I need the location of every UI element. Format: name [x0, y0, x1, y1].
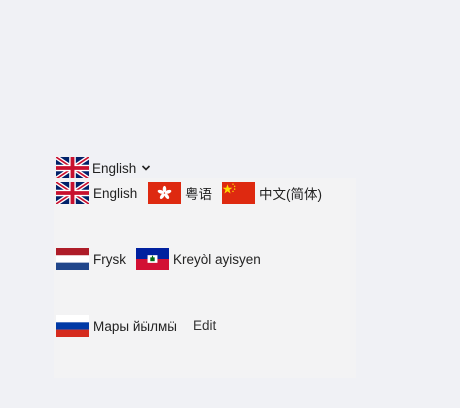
- language-dropdown-panel: English 粤语 中文(简体) Frysk Kreyòl ayisyen М…: [54, 178, 356, 378]
- language-option-label: 中文(简体): [259, 187, 322, 202]
- language-option-chinese-simplified[interactable]: 中文(简体): [222, 182, 322, 204]
- uk-flag-icon: [56, 157, 89, 179]
- language-option-label: English: [93, 185, 138, 201]
- edit-languages-link[interactable]: Edit: [193, 318, 216, 333]
- current-language-label: English: [92, 160, 137, 176]
- china-flag-icon: [222, 182, 255, 204]
- chevron-down-icon: [142, 165, 151, 171]
- hong-kong-flag-icon: [148, 182, 181, 204]
- language-option-label: Frysk: [93, 251, 126, 267]
- language-option-frisian[interactable]: Frysk: [56, 248, 126, 270]
- haiti-flag-icon: [136, 248, 169, 270]
- language-option-label: 粤语: [185, 187, 212, 202]
- language-option-hill-mari[interactable]: Мары йӹлмӹ: [56, 315, 177, 337]
- language-option-haitian-creole[interactable]: Kreyòl ayisyen: [136, 248, 261, 270]
- language-switcher[interactable]: English: [56, 157, 151, 179]
- language-option-english[interactable]: English: [56, 182, 137, 204]
- russia-flag-icon: [56, 315, 89, 337]
- language-option-label: Kreyòl ayisyen: [173, 251, 261, 267]
- language-option-cantonese[interactable]: 粤语: [148, 182, 212, 204]
- language-option-label: Мары йӹлмӹ: [93, 318, 177, 334]
- uk-flag-icon: [56, 182, 89, 204]
- netherlands-flag-icon: [56, 248, 89, 270]
